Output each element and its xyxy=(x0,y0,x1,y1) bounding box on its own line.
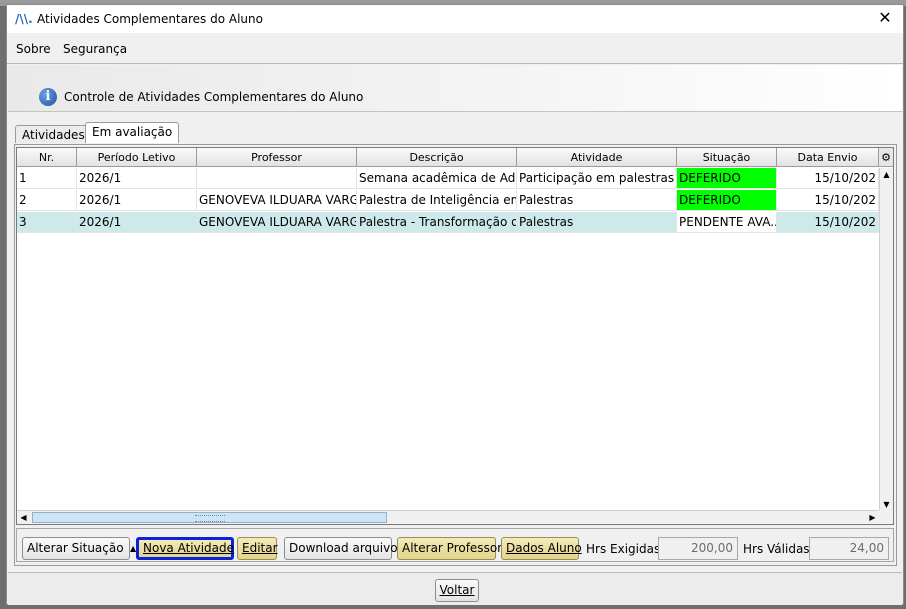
nova-atividade-button[interactable]: Nova Atividade xyxy=(136,537,234,560)
cell-descricao: Palestra de Inteligência emo... xyxy=(357,190,517,211)
header-title: Controle de Atividades Complementares do… xyxy=(64,90,364,104)
cell-situacao: DEFERIDO xyxy=(677,168,777,189)
dados-aluno-button[interactable]: Dados Aluno xyxy=(501,537,582,560)
editar-label: Editar xyxy=(242,541,278,555)
table-row-selected[interactable]: 3 2026/1 GENOVEVA ILDUARA VARG... Palest… xyxy=(17,212,879,234)
title-bar: /\\. Atividades Complementares do Aluno … xyxy=(7,5,903,33)
table-row[interactable]: 1 2026/1 Semana acadêmica de Adm... Part… xyxy=(17,168,879,190)
col-descricao[interactable]: Descrição xyxy=(357,148,517,167)
horizontal-scrollbar[interactable]: ◀ ▶ xyxy=(17,510,879,524)
scroll-up-icon[interactable]: ▲ xyxy=(880,168,893,182)
caret-up-icon: ▲ xyxy=(127,544,137,553)
cell-nr: 1 xyxy=(17,168,77,189)
cell-descricao: Palestra - Transformação di... xyxy=(357,212,517,233)
cell-atividade: Palestras xyxy=(517,190,677,211)
dados-aluno-label: Dados Aluno xyxy=(506,541,582,555)
col-nr[interactable]: Nr. xyxy=(17,148,77,167)
download-arquivo-button[interactable]: Download arquivo xyxy=(284,537,398,560)
window-title: Atividades Complementares do Aluno xyxy=(37,12,263,26)
cell-professor xyxy=(197,168,357,189)
cell-atividade: Participação em palestras e ... xyxy=(517,168,677,189)
alterar-situacao-label: Alterar Situação xyxy=(27,541,124,555)
voltar-label: Voltar xyxy=(439,583,475,597)
cell-periodo: 2026/1 xyxy=(77,190,197,211)
cell-atividade: Palestras xyxy=(517,212,677,233)
menu-bar: Sobre Segurança xyxy=(7,35,903,64)
alterar-professor-label: Alterar Professor xyxy=(402,541,503,555)
cell-nr: 2 xyxy=(17,190,77,211)
menu-sobre[interactable]: Sobre xyxy=(16,42,51,56)
scroll-left-icon[interactable]: ◀ xyxy=(17,511,30,524)
scroll-right-icon[interactable]: ▶ xyxy=(866,511,879,524)
app-logo-icon: /\\. xyxy=(15,12,33,26)
dialog-window: /\\. Atividades Complementares do Aluno … xyxy=(6,4,904,605)
editar-button[interactable]: Editar xyxy=(237,537,278,560)
footer-bar: Voltar xyxy=(8,572,902,605)
menu-seguranca[interactable]: Segurança xyxy=(63,42,127,56)
hrs-validas-label: Hrs Válidas: xyxy=(743,542,814,556)
cell-nr: 3 xyxy=(17,212,77,233)
cell-descricao: Semana acadêmica de Adm... xyxy=(357,168,517,189)
col-atividade[interactable]: Atividade xyxy=(517,148,677,167)
voltar-button[interactable]: Voltar xyxy=(435,579,479,602)
hrs-exigidas-field: 200,00 xyxy=(658,537,738,560)
table-row[interactable]: 2 2026/1 GENOVEVA ILDUARA VARG... Palest… xyxy=(17,190,879,212)
col-data-envio[interactable]: Data Envio xyxy=(777,148,879,167)
col-situacao[interactable]: Situação xyxy=(677,148,777,167)
vertical-scrollbar[interactable]: ▲ ▼ xyxy=(879,168,893,512)
horizontal-scroll-thumb[interactable] xyxy=(32,512,387,523)
header-panel: i Controle de Atividades Complementares … xyxy=(8,65,902,112)
cell-data-envio: 15/10/202 xyxy=(777,190,879,211)
cell-periodo: 2026/1 xyxy=(77,168,197,189)
close-button[interactable]: ✕ xyxy=(875,8,895,28)
alterar-professor-button[interactable]: Alterar Professor xyxy=(397,537,502,560)
tab-atividades[interactable]: Atividades xyxy=(15,125,92,143)
cell-situacao: PENDENTE AVA... xyxy=(677,212,777,233)
download-arquivo-label: Download arquivo xyxy=(289,541,398,555)
hrs-exigidas-label: Hrs Exigidas: xyxy=(586,542,665,556)
cell-professor: GENOVEVA ILDUARA VARG... xyxy=(197,212,357,233)
info-icon: i xyxy=(39,88,57,106)
col-professor[interactable]: Professor xyxy=(197,148,357,167)
cell-data-envio: 15/10/202 xyxy=(777,168,879,189)
cell-data-envio: 15/10/202 xyxy=(777,212,879,233)
alterar-situacao-button[interactable]: Alterar Situação ▲ xyxy=(22,537,136,560)
tab-em-avaliacao[interactable]: Em avaliação xyxy=(85,122,180,143)
column-settings-icon[interactable]: ⚙ xyxy=(879,148,893,167)
cell-periodo: 2026/1 xyxy=(77,212,197,233)
scroll-corner xyxy=(879,510,893,524)
col-periodo-letivo[interactable]: Período Letivo xyxy=(77,148,197,167)
activities-table: Nr. Período Letivo Professor Descrição A… xyxy=(16,147,894,525)
nova-atividade-label: Nova Atividade xyxy=(143,541,235,555)
table-header: Nr. Período Letivo Professor Descrição A… xyxy=(17,148,893,168)
cell-situacao: DEFERIDO xyxy=(677,190,777,211)
cell-professor: GENOVEVA ILDUARA VARG... xyxy=(197,190,357,211)
hrs-validas-field: 24,00 xyxy=(809,537,889,560)
